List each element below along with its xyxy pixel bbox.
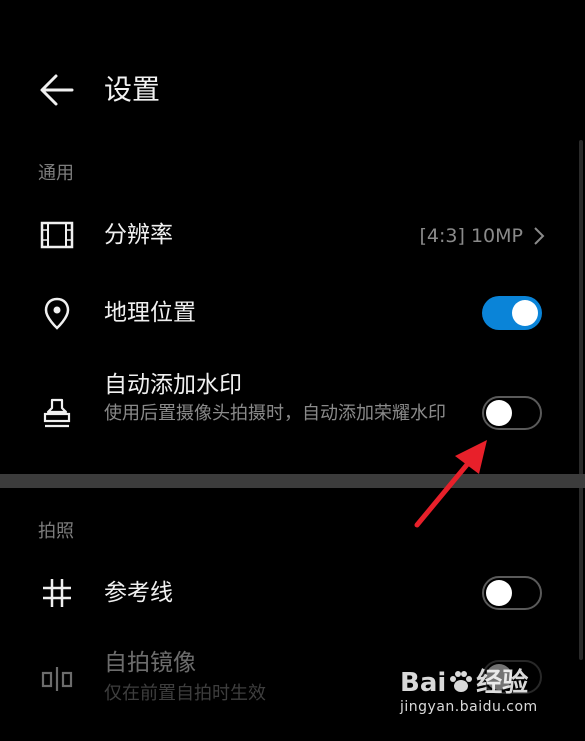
gridlines-row[interactable]: 参考线: [0, 560, 585, 630]
section-header-photo: 拍照: [38, 521, 74, 542]
resolution-value-text: [4:3] 10MP: [419, 225, 523, 247]
watermark-brand: Bai: [400, 668, 447, 698]
paw-logo-icon: [450, 671, 473, 692]
resolution-value[interactable]: [4:3] 10MP: [420, 222, 545, 250]
grid-hash-icon: [43, 579, 71, 607]
baidu-jingyan-watermark: Bai 经验 jingyan.baidu.com: [400, 662, 565, 732]
auto-watermark-toggle[interactable]: [482, 396, 542, 430]
watermark-url: jingyan.baidu.com: [400, 699, 538, 715]
toggle-knob: [512, 300, 538, 326]
section-header-general: 通用: [38, 163, 74, 184]
location-label: 地理位置: [104, 300, 196, 326]
annotation-arrow-icon: [414, 440, 487, 528]
mirror-icon: [41, 667, 73, 691]
arrow-left-icon: [40, 74, 74, 106]
location-row[interactable]: 地理位置: [0, 280, 585, 350]
watermark-brand-suffix: 经验: [476, 668, 529, 698]
resolution-label: 分辨率: [104, 222, 173, 248]
gridlines-label: 参考线: [104, 580, 173, 606]
stamp-icon: [43, 398, 71, 428]
auto-watermark-label: 自动添加水印: [104, 372, 242, 398]
toggle-knob: [486, 580, 512, 606]
back-button[interactable]: [38, 72, 78, 108]
film-frame-icon: [40, 221, 74, 249]
page-title: 设置: [104, 73, 161, 106]
selfie-mirror-label: 自拍镜像: [104, 650, 196, 676]
location-pin-icon: [44, 297, 70, 330]
gridlines-toggle[interactable]: [482, 576, 542, 610]
toggle-knob: [486, 400, 512, 426]
chevron-right-icon: [534, 227, 545, 245]
location-toggle[interactable]: [482, 296, 542, 330]
auto-watermark-description: 使用后置摄像头拍摄时，自动添加荣耀水印: [104, 403, 446, 424]
